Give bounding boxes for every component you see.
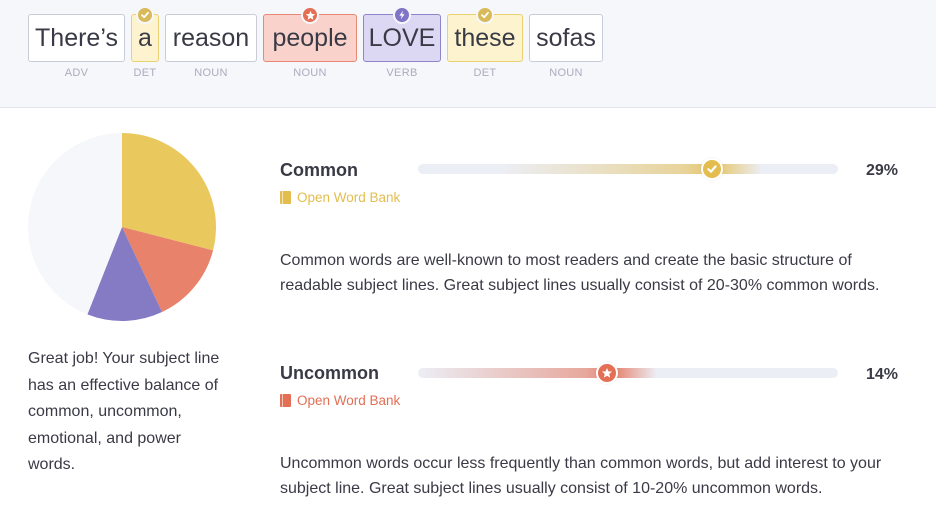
common-open-word-bank-link[interactable]: Open Word Bank xyxy=(280,190,400,205)
common-metric-title: Common xyxy=(280,160,358,180)
uncommon-progress-fill xyxy=(418,368,658,378)
common-percentage: 29% xyxy=(865,162,898,179)
common-progress-track xyxy=(418,158,838,180)
word-token-power[interactable]: LOVE xyxy=(363,6,441,62)
word-text: sofas xyxy=(536,24,596,52)
check-icon xyxy=(136,6,154,24)
part-of-speech-label: VERB xyxy=(386,67,418,79)
star-icon xyxy=(301,6,319,24)
word-token-common[interactable]: a xyxy=(131,6,159,62)
uncommon-description: Uncommon words occur less frequently tha… xyxy=(280,455,882,497)
word-text: a xyxy=(138,24,152,52)
word-token-uncommon[interactable]: people xyxy=(263,6,357,62)
summary-message: Great job! Your subject line has an effe… xyxy=(28,350,220,473)
book-icon xyxy=(280,394,291,407)
uncommon-progress-track xyxy=(418,362,838,384)
word-text: There’s xyxy=(35,24,118,52)
check-icon xyxy=(476,6,494,24)
part-of-speech-label: DET xyxy=(473,67,497,79)
lightning-icon xyxy=(393,6,411,24)
common-progress-fill xyxy=(502,164,763,174)
part-of-speech-label: ADV xyxy=(64,67,89,79)
part-of-speech-label: DET xyxy=(133,67,157,79)
uncommon-percentage: 14% xyxy=(865,366,898,383)
word-token[interactable]: There’s xyxy=(28,14,125,62)
word-token[interactable]: sofas xyxy=(529,14,603,62)
word-balance-pie-chart xyxy=(28,133,216,321)
link-label: Open Word Bank xyxy=(297,393,401,408)
word-text: people xyxy=(272,24,348,52)
check-icon xyxy=(701,158,723,180)
part-of-speech-label: NOUN xyxy=(549,67,583,79)
word-token[interactable]: reason xyxy=(165,14,257,62)
link-label: Open Word Bank xyxy=(297,190,401,205)
part-of-speech-label: NOUN xyxy=(194,67,228,79)
book-icon xyxy=(280,191,291,204)
subject-line-word-strip: There’s ADV a DET reason NOUN people NOU… xyxy=(0,0,936,108)
word-text: LOVE xyxy=(368,24,436,52)
part-of-speech-label: NOUN xyxy=(293,67,327,79)
uncommon-metric-title: Uncommon xyxy=(280,363,379,383)
word-token-common[interactable]: these xyxy=(447,6,523,62)
uncommon-open-word-bank-link[interactable]: Open Word Bank xyxy=(280,393,400,408)
word-text: reason xyxy=(172,24,250,52)
common-description: Common words are well-known to most read… xyxy=(280,252,880,294)
word-text: these xyxy=(454,24,516,52)
star-icon xyxy=(596,362,618,384)
